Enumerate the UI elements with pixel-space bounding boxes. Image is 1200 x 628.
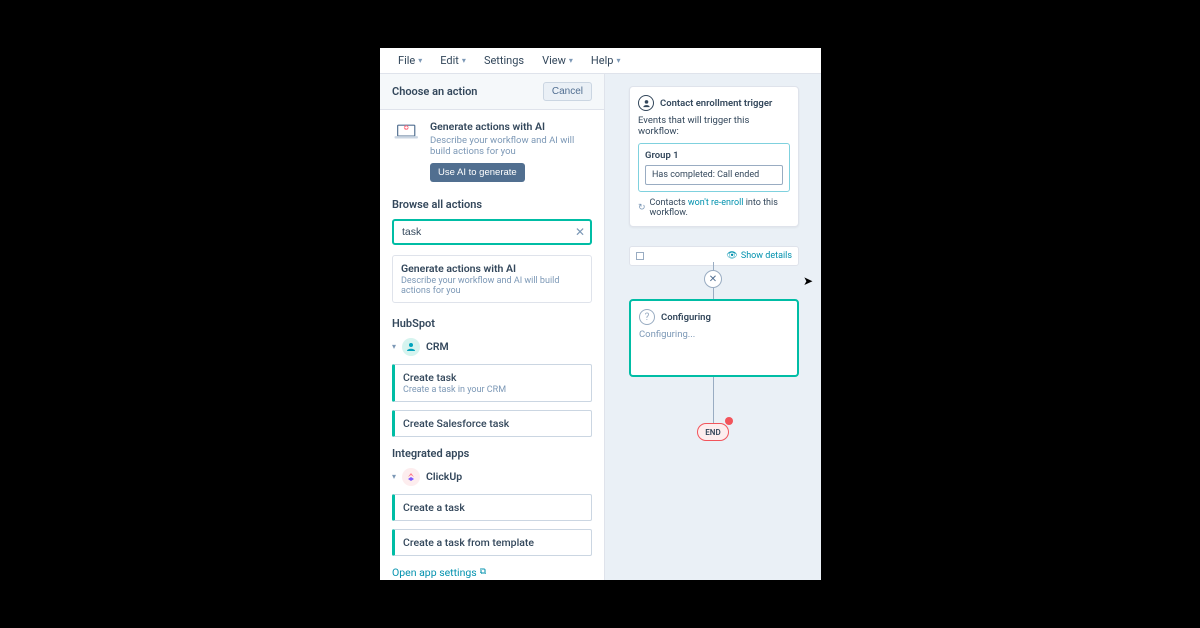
chevron-down-icon: ▾ bbox=[569, 56, 573, 65]
question-icon: ? bbox=[639, 309, 655, 325]
details-row: 👁 Show details bbox=[629, 246, 799, 266]
panel-title: Choose an action bbox=[392, 85, 477, 98]
workflow-canvas[interactable]: Contact enrollment trigger Events that w… bbox=[605, 74, 821, 580]
contact-icon bbox=[638, 95, 654, 111]
crm-icon bbox=[402, 338, 420, 356]
action-create-salesforce-task[interactable]: Create Salesforce task bbox=[392, 410, 592, 437]
eye-icon: 👁 bbox=[726, 251, 737, 261]
config-title: Configuring bbox=[661, 312, 711, 323]
config-body: Configuring... bbox=[639, 329, 789, 340]
integrated-label: Integrated apps bbox=[380, 441, 604, 464]
menu-settings[interactable]: Settings bbox=[484, 54, 524, 67]
reenroll-link[interactable]: won't re-enroll bbox=[688, 198, 744, 208]
group-label: Group 1 bbox=[645, 150, 783, 161]
generate-ai-result-card[interactable]: Generate actions with AI Describe your w… bbox=[392, 255, 592, 303]
ai-desc: Describe your workflow and AI will build… bbox=[430, 135, 592, 158]
menu-edit[interactable]: Edit▾ bbox=[440, 54, 466, 67]
cancel-button[interactable]: Cancel bbox=[543, 82, 592, 101]
menubar: File▾ Edit▾ Settings View▾ Help▾ bbox=[380, 48, 821, 74]
refresh-icon: ↻ bbox=[638, 203, 646, 213]
enrollment-note: ↻ Contacts won't re-enroll into this wor… bbox=[638, 198, 790, 218]
chevron-down-icon: ▾ bbox=[392, 472, 396, 481]
end-node[interactable]: END bbox=[697, 423, 729, 441]
end-alert-badge bbox=[725, 417, 733, 425]
trigger-condition[interactable]: Has completed: Call ended bbox=[645, 165, 783, 185]
group-clickup[interactable]: ▾ ClickUp bbox=[380, 464, 604, 490]
external-link-icon: ⧉ bbox=[480, 567, 486, 577]
open-app-settings-link[interactable]: Open app settings ⧉ bbox=[380, 560, 604, 580]
hubspot-label: HubSpot bbox=[380, 311, 604, 334]
action-clickup-create-task[interactable]: Create a task bbox=[392, 494, 592, 521]
app-window: File▾ Edit▾ Settings View▾ Help▾ Choose … bbox=[380, 48, 821, 580]
show-details-link[interactable]: 👁 Show details bbox=[726, 251, 792, 261]
menu-view[interactable]: View▾ bbox=[542, 54, 573, 67]
delete-node-button[interactable]: ✕ bbox=[704, 270, 722, 288]
chevron-down-icon: ▾ bbox=[392, 342, 396, 351]
laptop-ai-icon bbox=[392, 120, 422, 146]
ai-title: Generate actions with AI bbox=[430, 120, 592, 133]
connector-line bbox=[713, 377, 714, 423]
trigger-desc: Events that will trigger this workflow: bbox=[638, 115, 790, 137]
menu-file[interactable]: File▾ bbox=[398, 54, 422, 67]
menu-help[interactable]: Help▾ bbox=[591, 54, 621, 67]
chevron-down-icon: ▾ bbox=[418, 56, 422, 65]
browse-label: Browse all actions bbox=[380, 192, 604, 215]
clickup-icon bbox=[402, 468, 420, 486]
chevron-down-icon: ▾ bbox=[616, 56, 620, 65]
clear-search-icon[interactable]: ✕ bbox=[574, 226, 586, 238]
use-ai-button[interactable]: Use AI to generate bbox=[430, 163, 525, 182]
configuring-card[interactable]: ? Configuring Configuring... bbox=[629, 299, 799, 377]
action-panel: Choose an action Cancel Generate actions… bbox=[380, 74, 605, 580]
action-create-task[interactable]: Create task Create a task in your CRM bbox=[392, 364, 592, 402]
trigger-title: Contact enrollment trigger bbox=[660, 98, 772, 109]
ai-generate-card: Generate actions with AI Describe your w… bbox=[392, 120, 592, 182]
panel-header: Choose an action Cancel bbox=[380, 74, 604, 110]
trigger-card[interactable]: Contact enrollment trigger Events that w… bbox=[629, 86, 799, 227]
action-clickup-create-task-template[interactable]: Create a task from template bbox=[392, 529, 592, 556]
checkbox[interactable] bbox=[636, 252, 644, 260]
search-wrap: ✕ bbox=[392, 219, 592, 245]
chevron-down-icon: ▾ bbox=[462, 56, 466, 65]
cursor-icon: ➤ bbox=[803, 274, 813, 288]
trigger-group: Group 1 Has completed: Call ended bbox=[638, 143, 790, 192]
group-crm[interactable]: ▾ CRM bbox=[380, 334, 604, 360]
search-input[interactable] bbox=[392, 219, 592, 245]
